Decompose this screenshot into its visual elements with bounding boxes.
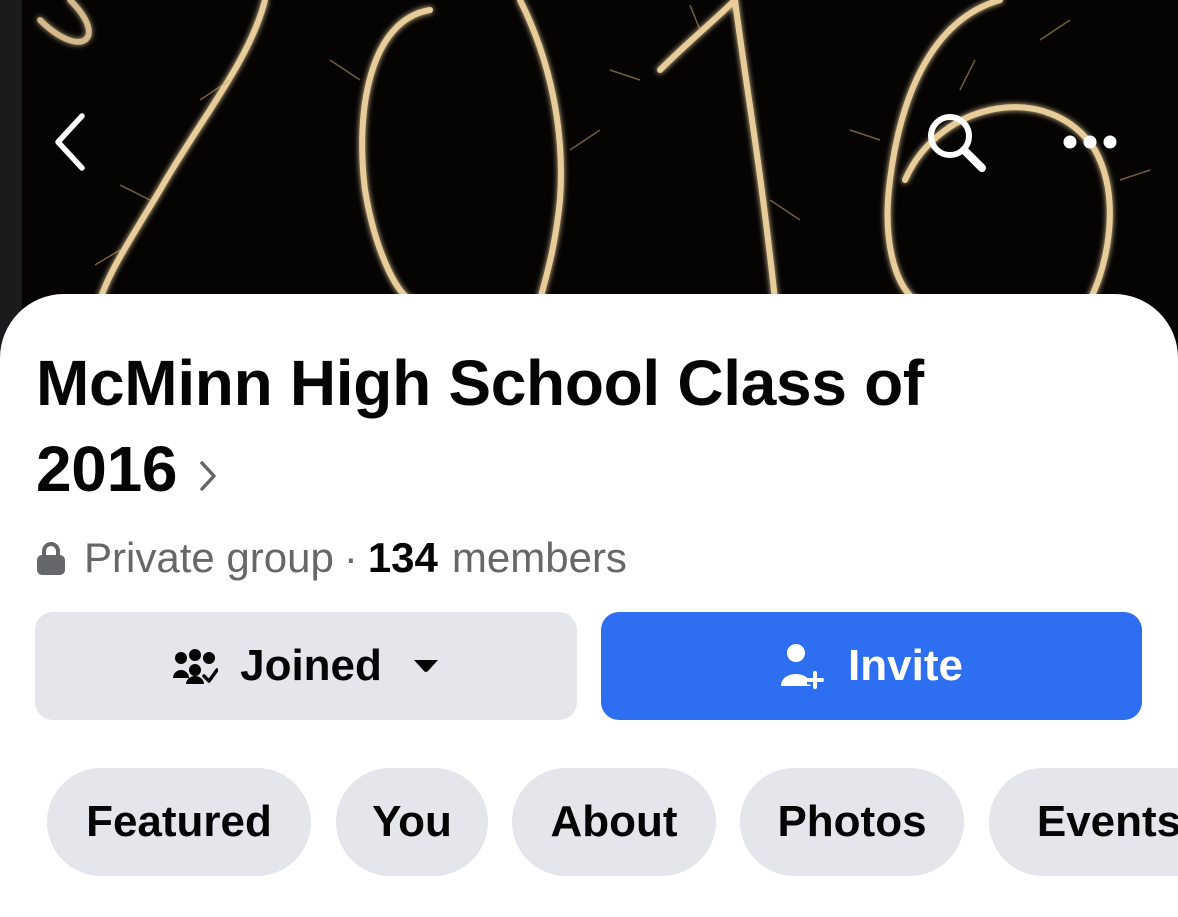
- back-button[interactable]: [40, 104, 100, 180]
- meta-separator: ·: [343, 534, 358, 581]
- lock-icon: [36, 540, 66, 576]
- group-title: McMinn High School Class of 2016: [36, 347, 924, 505]
- group-tabs: Featured You About Photos Events: [47, 768, 1178, 876]
- chevron-right-icon: [199, 427, 217, 513]
- group-joined-icon: [172, 648, 219, 684]
- privacy-label: Private group: [84, 534, 334, 581]
- search-button[interactable]: [916, 104, 996, 180]
- add-person-icon: [780, 642, 826, 690]
- tab-about[interactable]: About: [512, 768, 716, 876]
- invite-button[interactable]: Invite: [601, 612, 1142, 720]
- caret-down-icon: [412, 658, 440, 674]
- invite-label: Invite: [848, 641, 963, 690]
- member-label[interactable]: members: [452, 534, 627, 582]
- more-options-button[interactable]: [1050, 110, 1130, 174]
- more-horizontal-icon: [1063, 135, 1117, 149]
- tab-featured[interactable]: Featured: [47, 768, 311, 876]
- tab-events[interactable]: Events: [989, 768, 1178, 876]
- group-meta: Private group · 134 members: [36, 532, 627, 584]
- joined-button[interactable]: Joined: [35, 612, 577, 720]
- group-title-link[interactable]: McMinn High School Class of 2016: [36, 340, 1066, 513]
- member-count[interactable]: 134: [368, 534, 438, 582]
- tab-photos[interactable]: Photos: [740, 768, 964, 876]
- chevron-left-icon: [55, 113, 85, 171]
- search-icon: [928, 114, 986, 172]
- joined-label: Joined: [240, 641, 382, 690]
- tab-you[interactable]: You: [336, 768, 488, 876]
